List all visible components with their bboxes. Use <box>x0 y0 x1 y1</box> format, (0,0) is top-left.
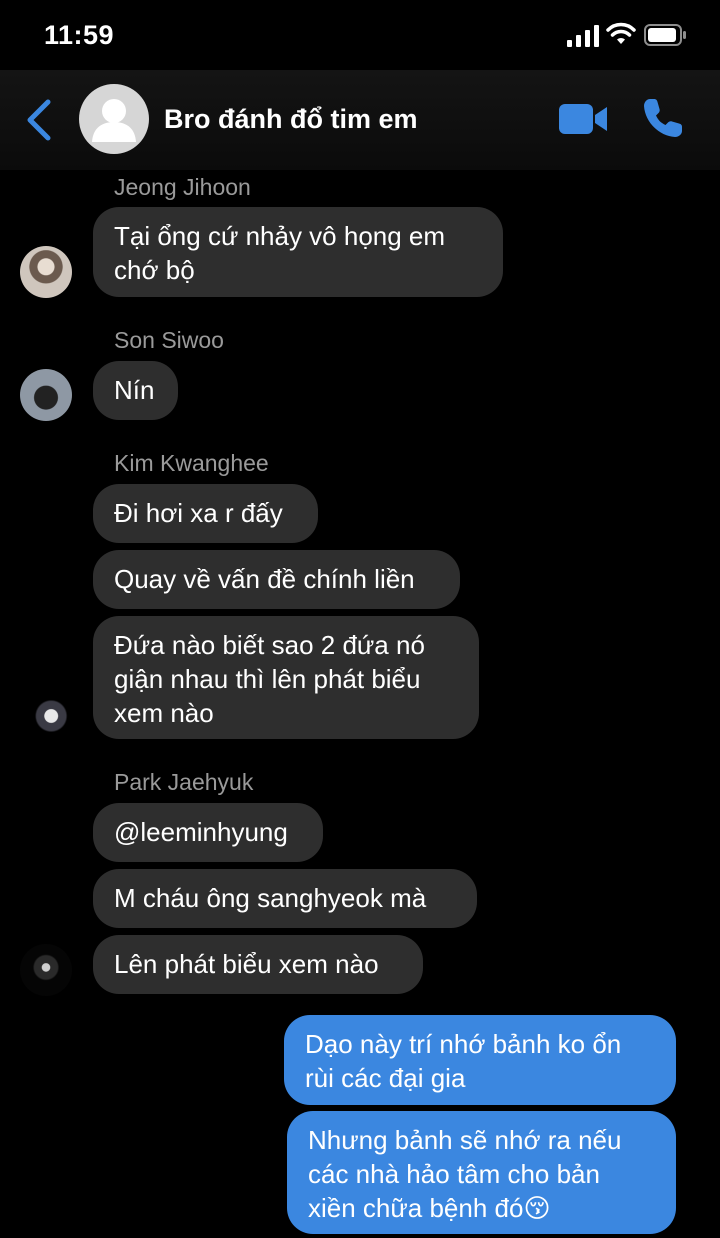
person-placeholder-icon <box>92 99 136 142</box>
sender-name: Kim Kwanghee <box>114 450 269 476</box>
avatar[interactable] <box>20 690 72 742</box>
sender-name: Jeong Jihoon <box>114 174 251 200</box>
video-call-icon[interactable] <box>558 100 608 138</box>
back-chevron-icon[interactable] <box>24 98 54 142</box>
message-bubble[interactable]: Quay về vấn đề chính liền <box>93 550 460 609</box>
phone-call-icon[interactable] <box>641 96 685 140</box>
message-bubble[interactable]: M cháu ông sanghyeok mà <box>93 869 477 928</box>
message-bubble[interactable]: Tại ổng cứ nhảy vô họng em chớ bộ <box>93 207 503 297</box>
outgoing-message-bubble[interactable]: Nhưng bảnh sẽ nhớ ra nếu các nhà hảo tâm… <box>287 1111 676 1234</box>
chat-title[interactable]: Bro đánh đổ tim em <box>164 104 418 135</box>
message-bubble[interactable]: Đứa nào biết sao 2 đứa nó giận nhau thì … <box>93 616 479 739</box>
chat-header: Bro đánh đổ tim em <box>0 70 720 170</box>
message-bubble[interactable]: Đi hơi xa r đấy <box>93 484 318 543</box>
avatar[interactable] <box>20 246 72 298</box>
wifi-icon <box>606 22 636 44</box>
status-time: 11:59 <box>44 20 115 50</box>
avatar[interactable] <box>20 944 72 996</box>
group-avatar[interactable] <box>79 84 149 154</box>
avatar[interactable] <box>20 369 72 421</box>
sender-name: Park Jaehyuk <box>114 769 254 795</box>
message-bubble[interactable]: Lên phát biểu xem nào <box>93 935 423 994</box>
status-bar: 11:59 <box>0 0 720 70</box>
mention-bubble[interactable]: @leeminhyung <box>93 803 323 862</box>
cellular-signal-icon <box>567 25 599 47</box>
sender-name: Son Siwoo <box>114 327 224 353</box>
outgoing-message-bubble[interactable]: Dạo này trí nhớ bảnh ko ổn rùi các đại g… <box>284 1015 676 1105</box>
message-bubble[interactable]: Nín <box>93 361 178 420</box>
battery-icon <box>644 24 686 46</box>
